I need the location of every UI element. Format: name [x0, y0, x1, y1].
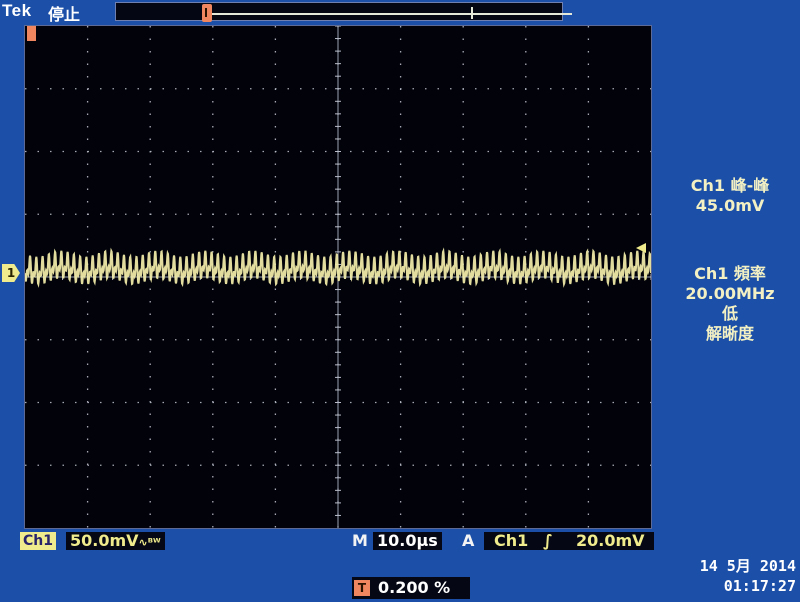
- record-window-end: [471, 7, 473, 19]
- trigger-level: 20.0mV: [576, 531, 645, 550]
- measurement-1: Ch1 峰-峰 45.0mV: [662, 176, 798, 216]
- trigger-marker-icon: [27, 26, 36, 41]
- waveform-display: [24, 25, 652, 529]
- measurement-1-label: Ch1 峰-峰: [690, 176, 770, 195]
- brand-logo: Tek: [2, 1, 32, 20]
- measurement-1-value: 45.0mV: [695, 196, 765, 215]
- graticule: [25, 26, 651, 528]
- channel-1-label[interactable]: Ch1: [20, 532, 56, 550]
- record-length-bar: [115, 2, 572, 22]
- timebase-value[interactable]: 10.0µs: [373, 532, 442, 550]
- trigger-t-icon: T: [354, 580, 370, 596]
- ch1-ground-marker[interactable]: 1: [2, 264, 20, 282]
- rising-edge-icon: ∫: [543, 531, 553, 550]
- date: 14 5月 2014: [699, 557, 796, 575]
- trigger-label: A: [462, 531, 475, 550]
- channel-1-scale: 50.0mV∿ᴮᵂ: [66, 532, 165, 550]
- bandwidth-limit-icon: ∿ᴮᵂ: [138, 536, 161, 549]
- measurement-2-value: 20.00MHz: [685, 284, 775, 303]
- measurement-2: Ch1 頻率 20.00MHz 低 解晰度: [662, 264, 798, 344]
- trigger-position-icon: [202, 4, 212, 22]
- record-window-line: [210, 13, 572, 15]
- date-time: 14 5月 2014 01:17:27: [670, 556, 796, 596]
- time: 01:17:27: [723, 577, 796, 595]
- trigger-position-readout[interactable]: T 0.200 %: [352, 577, 470, 599]
- ch1-waveform: [25, 247, 651, 288]
- measurement-2-note1: 低: [721, 304, 738, 323]
- acquisition-status: 停止: [48, 5, 81, 24]
- trigger-source: Ch1: [494, 531, 529, 550]
- status-bar: Ch1 50.0mV∿ᴮᵂ M 10.0µs A Ch1 ∫ 20.0mV T …: [0, 530, 800, 602]
- trigger-position-value: 0.200 %: [378, 578, 451, 597]
- measurement-2-label: Ch1 頻率: [694, 264, 766, 283]
- trigger-settings[interactable]: Ch1 ∫ 20.0mV: [484, 532, 654, 550]
- timebase-label: M: [352, 531, 368, 550]
- measurement-2-note2: 解晰度: [705, 324, 754, 343]
- top-bar: Tek 停止: [0, 0, 800, 24]
